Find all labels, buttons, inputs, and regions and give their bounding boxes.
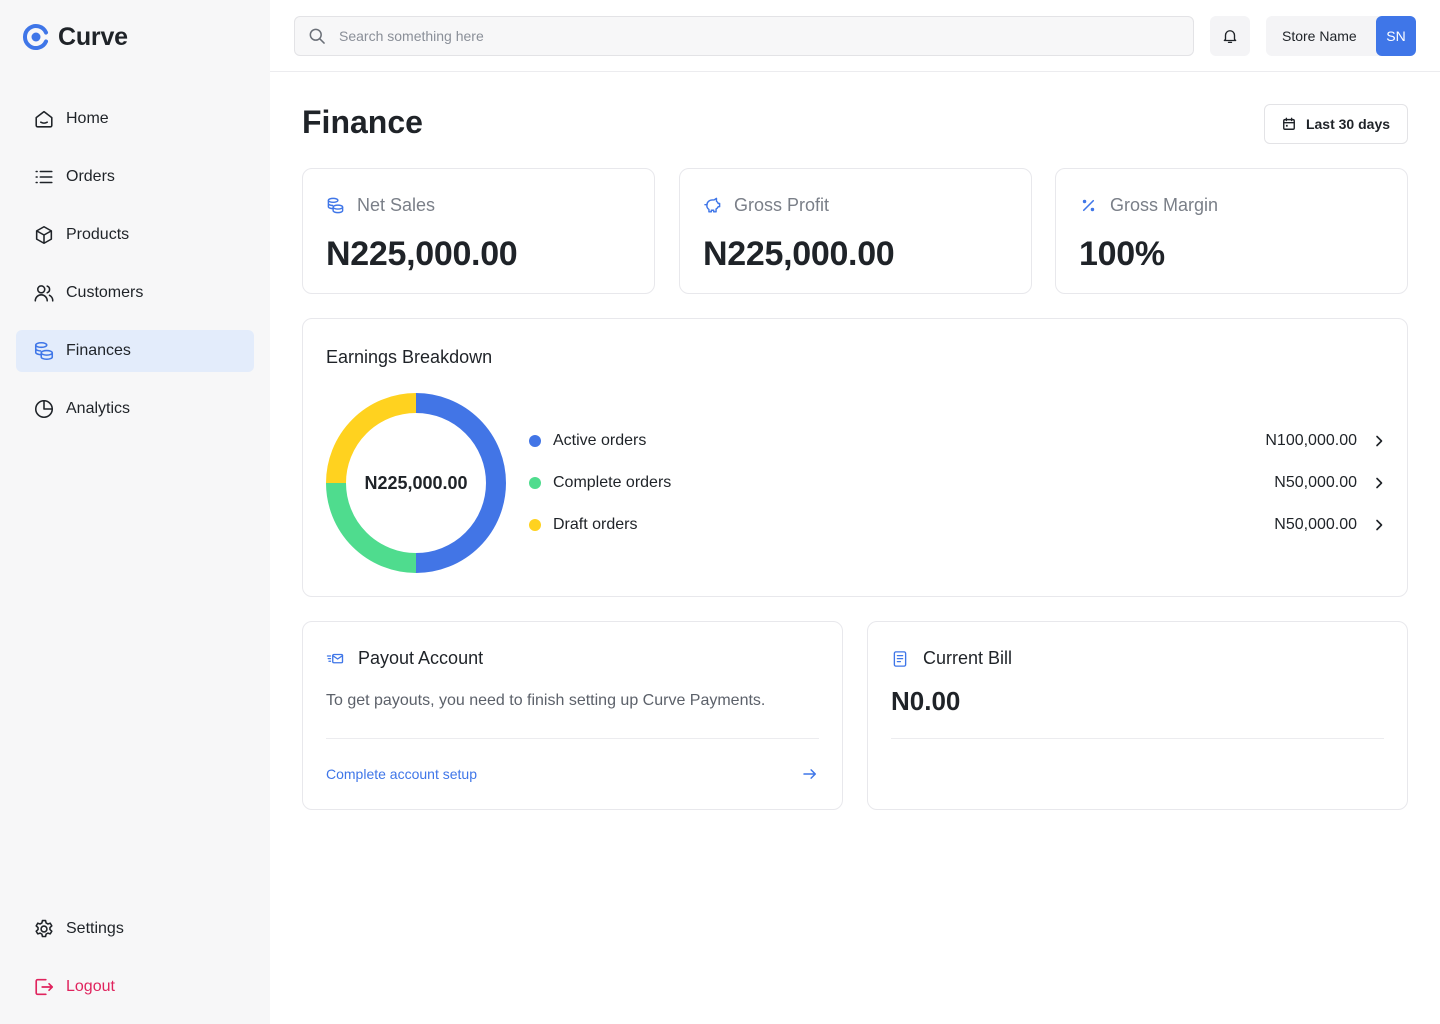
payout-description: To get payouts, you need to finish setti…	[326, 692, 766, 709]
chevron-right-icon	[1376, 477, 1383, 489]
legend-label: Draft orders	[553, 516, 638, 533]
page-title: Finance	[302, 104, 423, 140]
chevron-right-icon	[1376, 435, 1383, 447]
app-name: Curve	[58, 22, 128, 51]
stat-card-gross-profit: Gross Profit N225,000.00	[679, 168, 1032, 294]
users-icon	[34, 285, 54, 302]
stat-value: 100%	[1079, 235, 1165, 273]
list-icon	[35, 170, 53, 184]
notifications-button[interactable]	[1210, 16, 1250, 56]
divider	[891, 738, 1384, 739]
bill-header: Current Bill	[891, 648, 1012, 669]
sidebar-item-label: Logout	[66, 978, 115, 995]
complete-account-setup-link[interactable]: Complete account setup	[326, 764, 819, 784]
piggy-bank-icon	[704, 197, 721, 213]
stat-label: Net Sales	[357, 195, 436, 215]
legend-dot-yellow	[529, 519, 541, 531]
store-name: Store Name	[1282, 28, 1357, 44]
document-icon	[893, 650, 907, 667]
arrow-right-icon	[803, 769, 816, 779]
home-icon	[35, 110, 53, 128]
legend-label: Complete orders	[553, 474, 672, 491]
pie-chart-icon	[34, 399, 54, 419]
coins-icon	[327, 197, 344, 214]
earnings-legend: Active orders N100,000.00 Complete order…	[529, 420, 1387, 546]
coins-icon	[34, 341, 54, 361]
search-box[interactable]	[294, 16, 1194, 56]
avatar[interactable]: SN	[1376, 16, 1416, 56]
legend-dot-green	[529, 477, 541, 489]
legend-value: N50,000.00	[1274, 474, 1357, 491]
legend-dot-blue	[529, 435, 541, 447]
top-bar: Store Name SN	[270, 0, 1440, 72]
bill-value: N0.00	[891, 686, 961, 716]
payout-account-card: Payout Account To get payouts, you need …	[302, 621, 843, 810]
bell-icon	[1223, 30, 1237, 44]
divider	[326, 738, 819, 739]
stat-label: Gross Profit	[734, 195, 830, 215]
search-input[interactable]	[339, 28, 1159, 44]
search-icon	[309, 28, 325, 44]
sidebar-item-settings[interactable]: Settings	[16, 908, 254, 950]
donut-total: N225,000.00	[364, 472, 468, 493]
sidebar-item-orders[interactable]: Orders	[16, 156, 254, 198]
percent-icon	[1082, 199, 1095, 212]
stat-header: Net Sales	[326, 195, 435, 216]
earnings-breakdown-card: Earnings Breakdown N225,000.00 Active or…	[302, 318, 1408, 597]
sidebar: Curve Home Orders Products Customers Fin…	[0, 0, 270, 1024]
legend-label: Active orders	[553, 432, 647, 449]
payout-header: Payout Account	[326, 648, 483, 669]
sidebar-item-products[interactable]: Products	[16, 214, 254, 256]
sidebar-item-label: Orders	[66, 168, 115, 185]
gear-icon	[35, 919, 53, 938]
curve-logo-icon	[22, 24, 48, 50]
link-label: Complete account setup	[326, 766, 477, 782]
sidebar-item-home[interactable]: Home	[16, 98, 254, 140]
legend-value: N50,000.00	[1274, 516, 1357, 533]
sidebar-item-logout[interactable]: Logout	[16, 966, 254, 1008]
payout-icon	[326, 653, 344, 663]
earnings-row-draft-orders[interactable]: Draft orders N50,000.00	[529, 504, 1387, 546]
sidebar-nav: Home Orders Products Customers Finances …	[16, 98, 254, 446]
date-range-label: Last 30 days	[1305, 116, 1391, 132]
sidebar-item-label: Customers	[66, 284, 144, 301]
payout-title: Payout Account	[358, 648, 484, 668]
logo[interactable]: Curve	[22, 22, 128, 52]
legend-value: N100,000.00	[1265, 432, 1357, 449]
stat-card-gross-margin: Gross Margin 100%	[1055, 168, 1408, 294]
sidebar-item-label: Products	[66, 226, 130, 243]
sidebar-item-analytics[interactable]: Analytics	[16, 388, 254, 430]
current-bill-card: Current Bill N0.00	[867, 621, 1408, 810]
date-range-button[interactable]: Last 30 days	[1264, 104, 1408, 144]
stat-header: Gross Margin	[1079, 195, 1218, 216]
chevron-right-icon	[1376, 519, 1383, 531]
earnings-row-complete-orders[interactable]: Complete orders N50,000.00	[529, 462, 1387, 504]
sidebar-bottom: Settings Logout	[16, 908, 254, 1024]
stat-value: N225,000.00	[326, 235, 518, 273]
stat-card-net-sales: Net Sales N225,000.00	[302, 168, 655, 294]
stat-header: Gross Profit	[703, 195, 829, 216]
sidebar-item-label: Analytics	[66, 400, 131, 417]
sidebar-item-label: Settings	[66, 920, 124, 937]
store-switcher[interactable]: Store Name SN	[1266, 16, 1416, 56]
stat-label: Gross Margin	[1110, 195, 1219, 215]
sidebar-item-finances[interactable]: Finances	[16, 330, 254, 372]
sidebar-item-customers[interactable]: Customers	[16, 272, 254, 314]
box-icon	[35, 225, 53, 245]
earnings-row-active-orders[interactable]: Active orders N100,000.00	[529, 420, 1387, 462]
logout-icon	[35, 978, 54, 996]
bill-title: Current Bill	[923, 648, 1013, 668]
stat-value: N225,000.00	[703, 235, 895, 273]
calendar-icon	[1283, 117, 1295, 130]
sidebar-item-label: Finances	[66, 342, 131, 359]
sidebar-item-label: Home	[66, 110, 109, 127]
earnings-title: Earnings Breakdown	[326, 347, 493, 367]
